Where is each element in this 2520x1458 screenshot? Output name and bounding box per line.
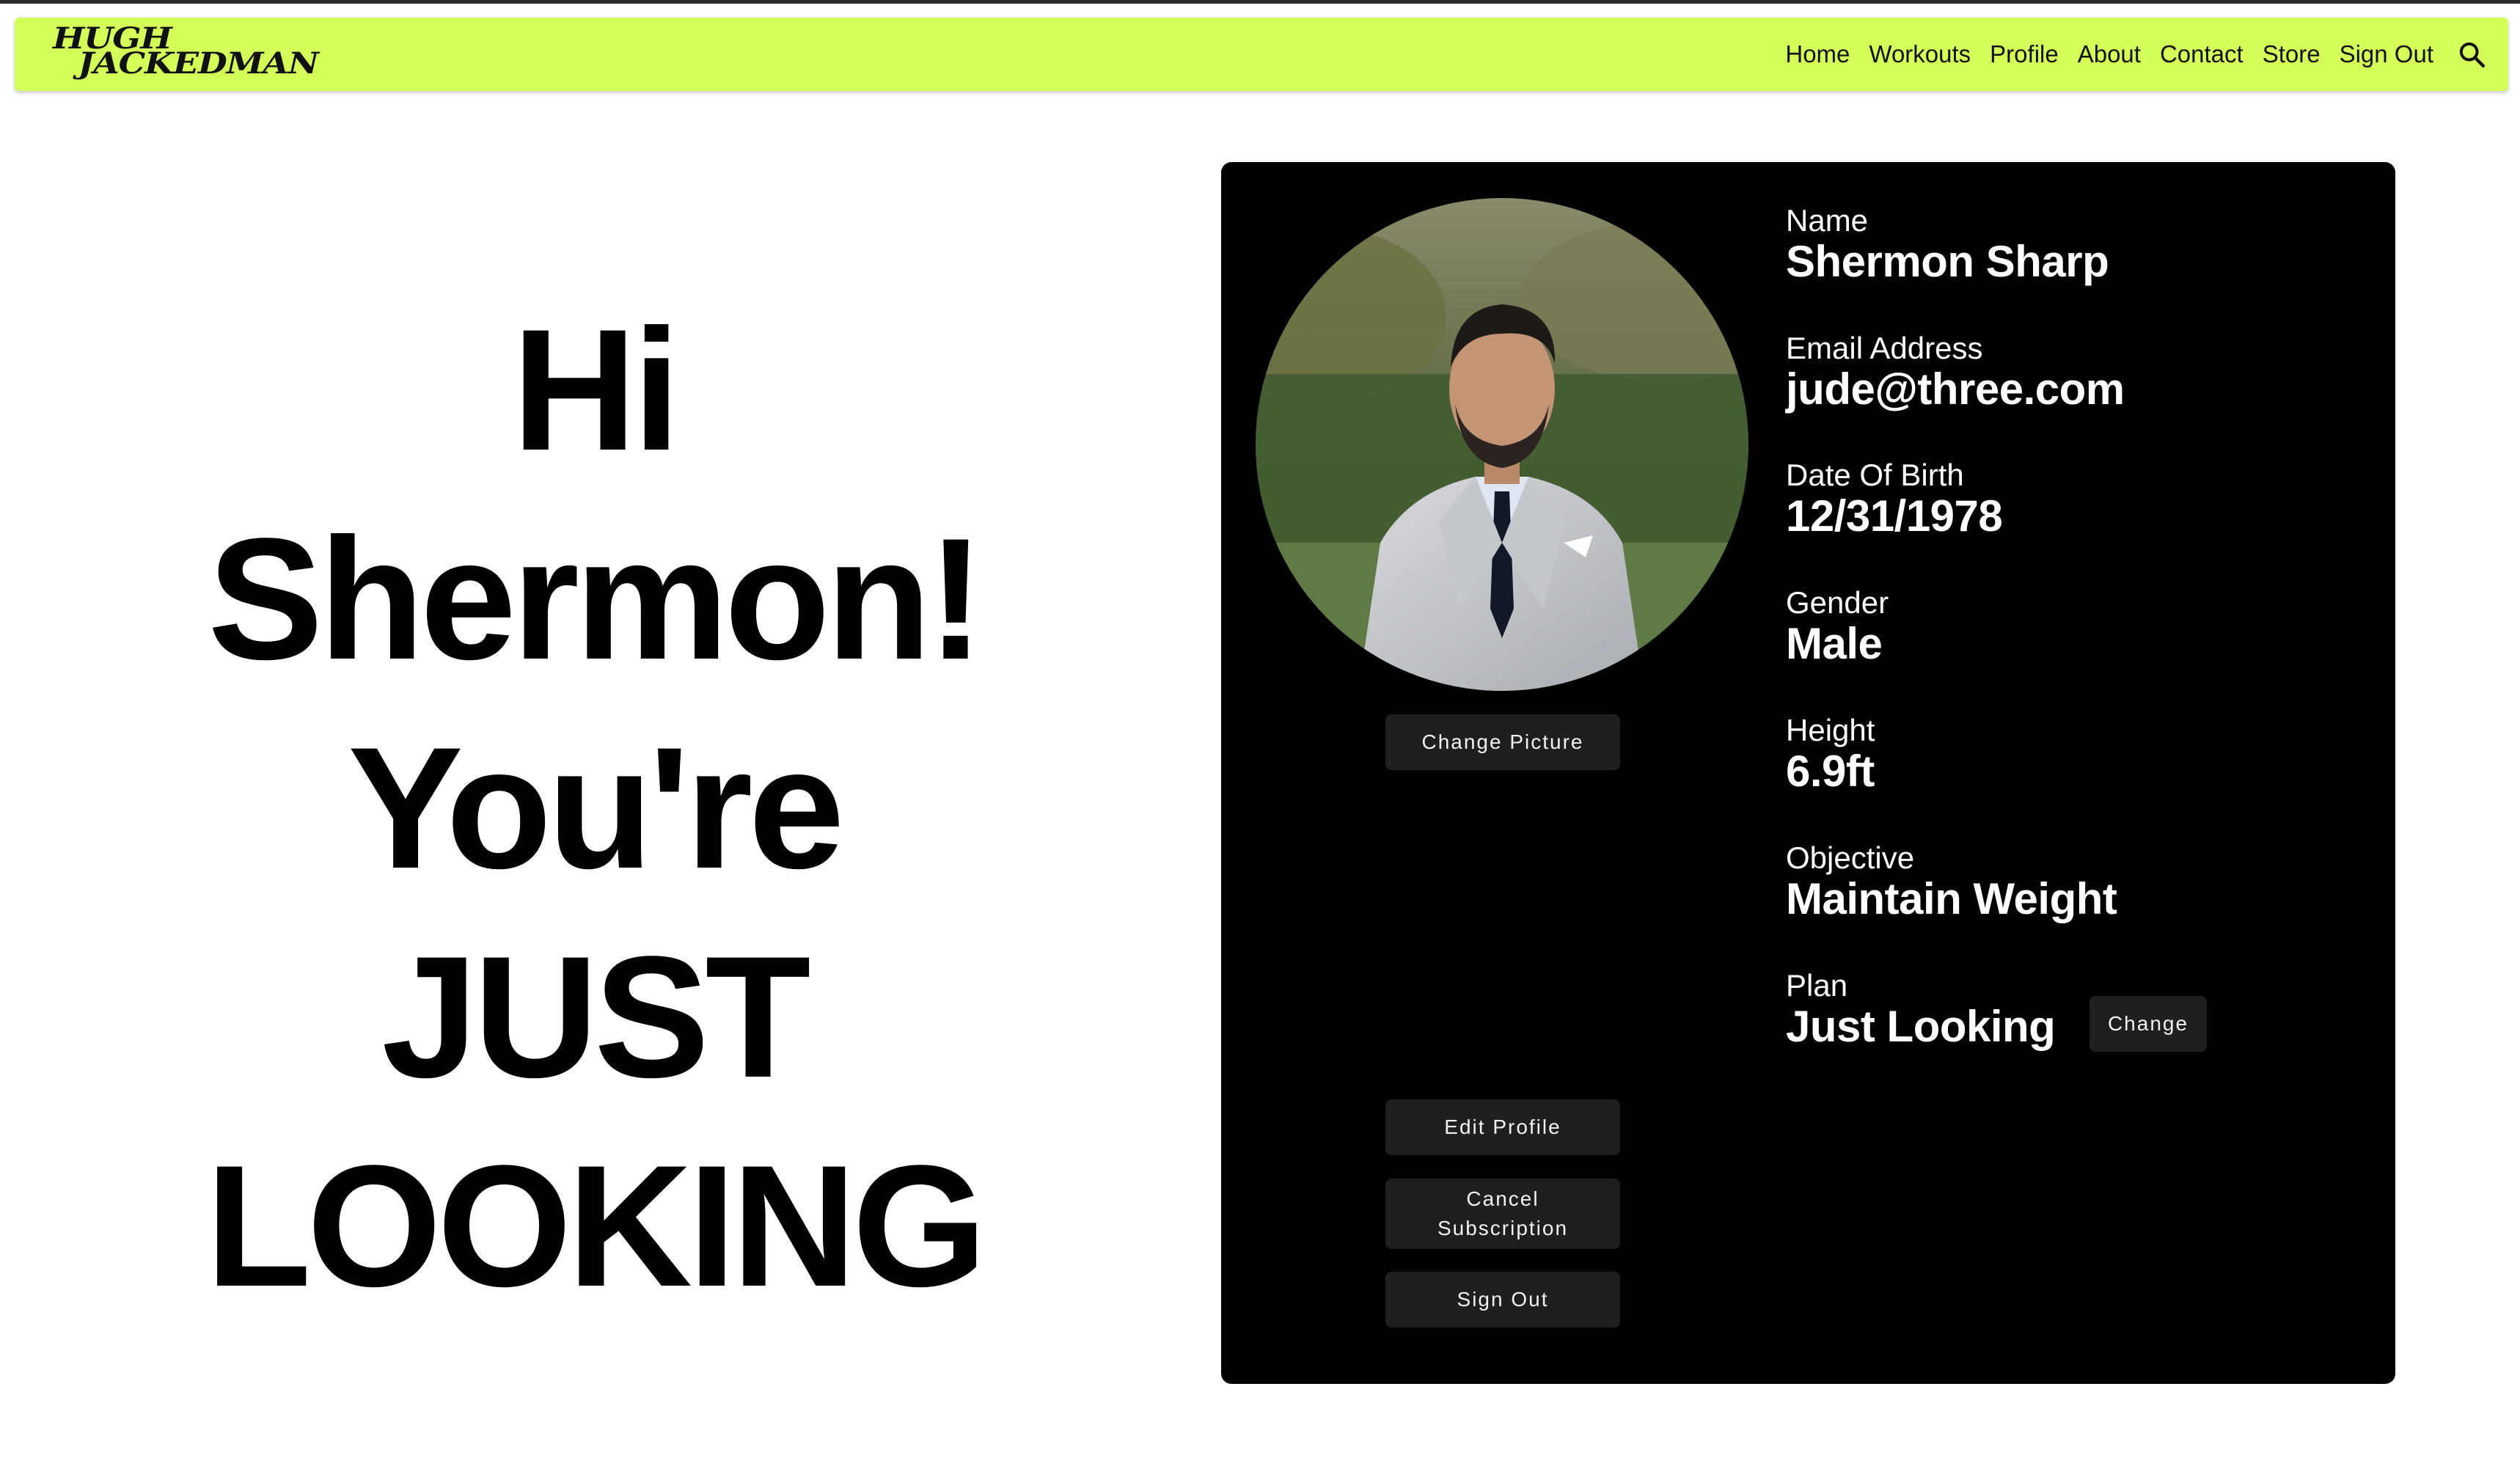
change-picture-button[interactable]: Change Picture: [1385, 714, 1620, 770]
greeting-heading: Hi Shermon! You're JUST LOOKING: [73, 286, 1115, 1331]
greeting-line-1: Hi: [512, 293, 681, 487]
field-gender: Gender Male: [1786, 585, 1889, 667]
field-name: Name Shermon Sharp: [1786, 203, 2109, 285]
nav-contact[interactable]: Contact: [2160, 40, 2244, 68]
field-plan: Plan Just Looking: [1786, 968, 2056, 1051]
field-height: Height 6.9ft: [1786, 713, 1875, 795]
nav-sign-out[interactable]: Sign Out: [2340, 40, 2433, 68]
card-sign-out-button[interactable]: Sign Out: [1385, 1272, 1620, 1327]
field-name-value: Shermon Sharp: [1786, 237, 2109, 286]
field-name-label: Name: [1786, 203, 1869, 238]
field-plan-value: Just Looking: [1786, 1002, 2056, 1051]
greeting-line-4: JUST: [381, 920, 810, 1114]
field-dob: Date Of Birth 12/31/1978: [1786, 458, 2003, 541]
nav-workouts[interactable]: Workouts: [1869, 40, 1971, 68]
greeting-line-3: You're: [348, 711, 844, 905]
brand-logo[interactable]: HUGH JACKEDMAN: [53, 24, 346, 85]
field-objective-value: Maintain Weight: [1786, 874, 2117, 923]
edit-profile-button[interactable]: Edit Profile: [1385, 1099, 1620, 1155]
cancel-subscription-line-1: Cancel: [1466, 1187, 1539, 1210]
nav-store[interactable]: Store: [2263, 40, 2321, 68]
field-gender-label: Gender: [1786, 585, 1889, 620]
main-nav: Home Workouts Profile About Contact Stor…: [1785, 18, 2486, 91]
field-email-value: jude@three.com: [1786, 364, 2125, 414]
window-top-border: [0, 0, 2520, 4]
greeting-line-2: Shermon!: [208, 502, 984, 696]
field-dob-value: 12/31/1978: [1786, 491, 2003, 541]
field-dob-label: Date Of Birth: [1786, 458, 1964, 492]
field-objective-label: Objective: [1786, 840, 1915, 875]
cancel-subscription-button[interactable]: Cancel Subscription: [1385, 1179, 1620, 1249]
field-height-value: 6.9ft: [1786, 747, 1875, 796]
cancel-subscription-line-2: Subscription: [1437, 1217, 1569, 1239]
nav-home[interactable]: Home: [1785, 40, 1850, 68]
field-plan-label: Plan: [1786, 968, 1848, 1003]
nav-about[interactable]: About: [2078, 40, 2141, 68]
change-plan-button[interactable]: Change: [2089, 996, 2207, 1052]
search-icon[interactable]: [2457, 40, 2486, 69]
field-email-label: Email Address: [1786, 331, 1983, 365]
field-gender-value: Male: [1786, 619, 1883, 668]
profile-card: Change Picture Name Shermon Sharp Email …: [1221, 162, 2395, 1384]
logo-line-2: JACKEDMAN: [78, 46, 319, 81]
top-navbar: HUGH JACKEDMAN Home Workouts Profile Abo…: [15, 18, 2508, 91]
field-email: Email Address jude@three.com: [1786, 331, 2125, 413]
greeting-line-5: LOOKING: [205, 1129, 986, 1323]
field-height-label: Height: [1786, 713, 1875, 747]
field-objective: Objective Maintain Weight: [1786, 840, 2117, 923]
nav-profile[interactable]: Profile: [1990, 40, 2059, 68]
profile-photo: [1256, 198, 1748, 691]
